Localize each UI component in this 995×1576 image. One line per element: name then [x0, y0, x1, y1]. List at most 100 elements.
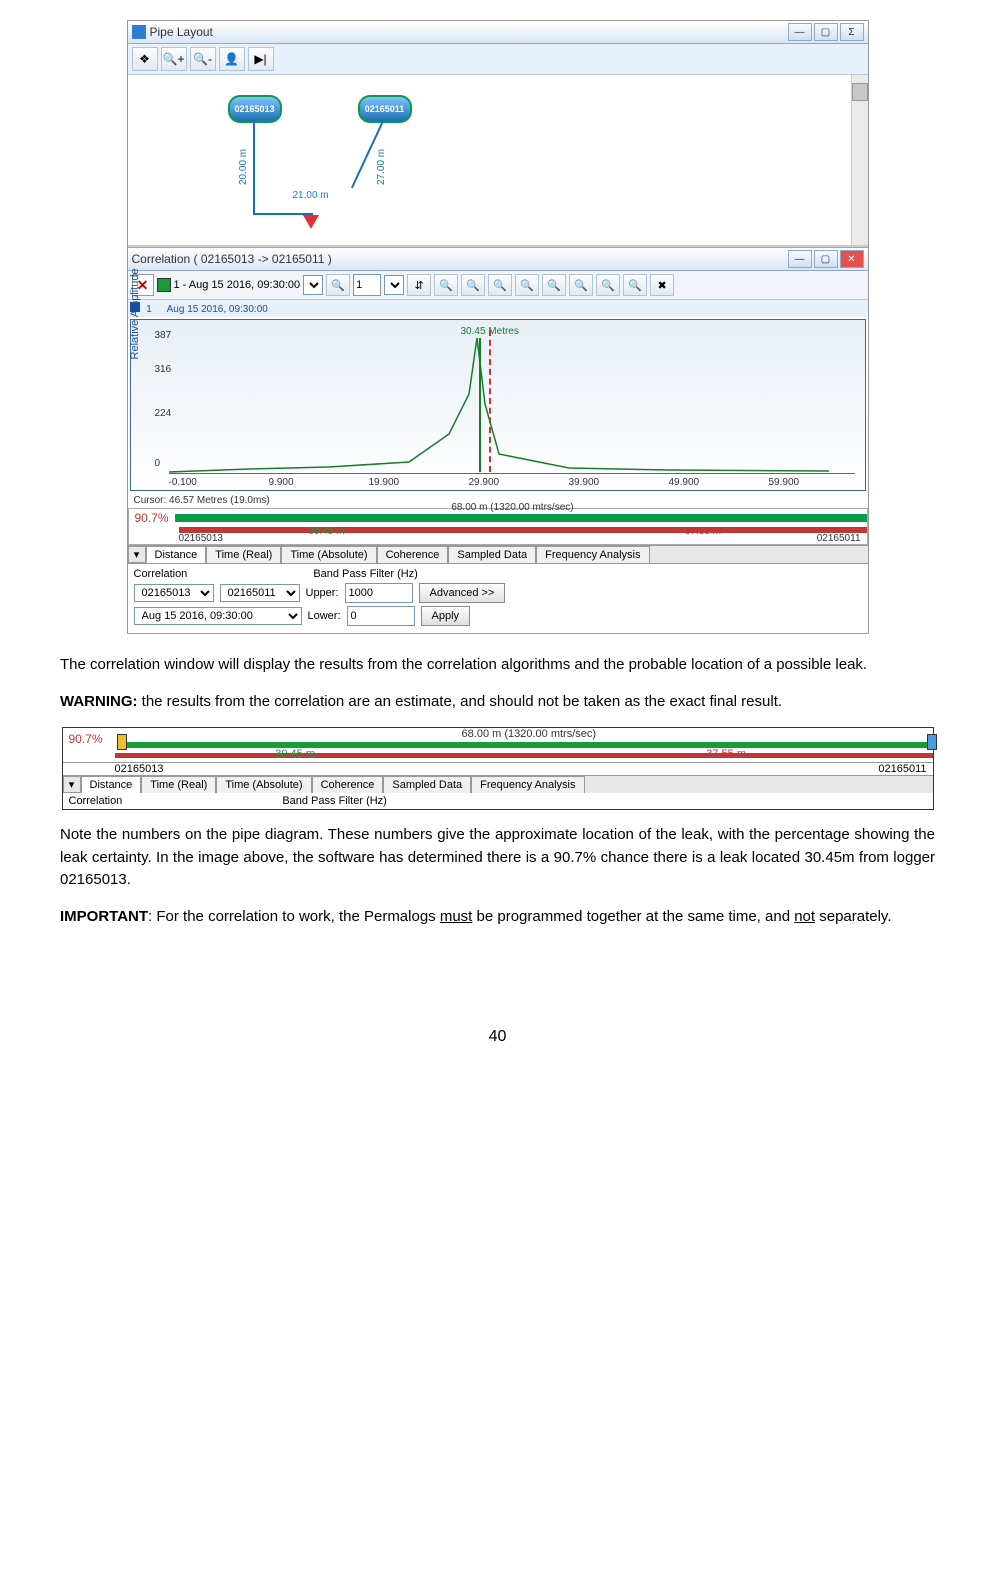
view-tabs: ▾ Distance Time (Real) Time (Absolute) C… [128, 545, 868, 563]
lower-input[interactable] [347, 606, 415, 626]
filter-panel: Correlation Band Pass Filter (Hz) 021650… [128, 563, 868, 633]
pipe-diagram: 90.7% 68.00 m (1320.00 mtrs/sec) 30.45 m… [128, 508, 868, 545]
chart-series-num: 1 [146, 304, 152, 315]
fig2-correlation-label: Correlation [69, 795, 123, 807]
to-logger-select[interactable]: 02165011 [220, 584, 300, 602]
fig2-tab-time-real[interactable]: Time (Real) [141, 776, 216, 793]
fig2-tab-time-abs[interactable]: Time (Absolute) [216, 776, 311, 793]
date-select[interactable]: Aug 15 2016, 09:30:00 [134, 607, 302, 625]
count-dropdown[interactable] [384, 275, 404, 295]
tab-coherence[interactable]: Coherence [377, 546, 449, 563]
magnify-icon[interactable]: 🔍 [326, 274, 350, 296]
id-a: 02165013 [179, 533, 224, 544]
fig2-tab-distance[interactable]: Distance [81, 776, 142, 793]
corr-min-button[interactable]: — [788, 250, 812, 268]
node-a[interactable]: 02165013 [228, 95, 282, 123]
id-b: 02165011 [817, 533, 861, 544]
titlebar-pipe: Pipe Layout — ▢ Σ [128, 21, 868, 44]
fig2-tab-freq[interactable]: Frequency Analysis [471, 776, 584, 793]
fig2-id-a: 02165013 [115, 763, 254, 775]
correlation-toolbar: ✕ 1 - Aug 15 2016, 09:30:00 🔍 ⇵ 🔍 🔍 🔍 🔍 … [128, 271, 868, 300]
leak-percent: 90.7% [129, 509, 175, 527]
tool-ico-a[interactable]: ⇵ [407, 274, 431, 296]
tool-icon-1[interactable]: ❖ [132, 47, 158, 71]
tool-icon-5[interactable]: ▶| [248, 47, 274, 71]
mid-label: 21.00 m [293, 190, 329, 201]
fig2-bpf-label: Band Pass Filter (Hz) [282, 795, 387, 807]
correlation-title: Correlation ( 02165013 -> 02165011 ) [132, 252, 332, 266]
tool-ico-d[interactable]: 🔍 [488, 274, 512, 296]
tab-sampled[interactable]: Sampled Data [448, 546, 536, 563]
fig2-seg-a: 30.45 m [275, 748, 315, 760]
tool-ico-i[interactable]: 🔍 [623, 274, 647, 296]
series-count-input[interactable] [353, 274, 381, 296]
len-b-label: 27.00 m [376, 149, 387, 185]
fig2-length: 68.00 m (1320.00 mtrs/sec) [462, 728, 597, 740]
ytick: 0 [155, 458, 161, 469]
chart-caption: Aug 15 2016, 09:30:00 [167, 304, 268, 315]
series-dropdown[interactable] [303, 275, 323, 295]
titlebar-correlation: Correlation ( 02165013 -> 02165011 ) — ▢… [128, 247, 868, 271]
tool-ico-c[interactable]: 🔍 [461, 274, 485, 296]
fig2-tab-dropdown-icon[interactable]: ▾ [63, 776, 81, 793]
fig2-percent: 90.7% [63, 730, 121, 748]
xtick: 39.900 [569, 477, 600, 488]
xtick: 59.900 [769, 477, 800, 488]
corr-close-button[interactable]: ✕ [840, 250, 864, 268]
xtick: -0.100 [169, 477, 197, 488]
close-button[interactable]: Σ [840, 23, 864, 41]
tab-dropdown-icon[interactable]: ▾ [128, 546, 146, 563]
bandpass-title: Band Pass Filter (Hz) [313, 568, 418, 580]
y-axis-label: Relative Amplitude [129, 268, 141, 359]
important-paragraph: IMPORTANT: For the correlation to work, … [60, 906, 935, 929]
tool-ico-j[interactable]: ✖ [650, 274, 674, 296]
vertical-scrollbar[interactable] [851, 75, 868, 245]
len-a-label: 20.00 m [238, 149, 249, 185]
fig2-id-b: 02165011 [878, 763, 932, 775]
warning-paragraph: WARNING: the results from the correlatio… [60, 691, 935, 714]
corr-max-button[interactable]: ▢ [814, 250, 838, 268]
fig2-seg-b: 37.55 m [706, 748, 746, 760]
advanced-button[interactable]: Advanced >> [419, 583, 506, 603]
tool-icon-2[interactable]: 🔍+ [161, 47, 187, 71]
pipe-diagram-figure: 90.7% 68.00 m (1320.00 mtrs/sec) 30.45 m… [62, 727, 934, 810]
fig2-tab-coherence[interactable]: Coherence [312, 776, 384, 793]
maximize-button[interactable]: ▢ [814, 23, 838, 41]
tool-ico-f[interactable]: 🔍 [542, 274, 566, 296]
tool-ico-e[interactable]: 🔍 [515, 274, 539, 296]
fig2-tabs: ▾ Distance Time (Real) Time (Absolute) C… [63, 775, 933, 793]
tab-freq[interactable]: Frequency Analysis [536, 546, 649, 563]
from-logger-select[interactable]: 02165013 [134, 584, 214, 602]
tab-distance[interactable]: Distance [146, 546, 207, 563]
lower-label: Lower: [308, 610, 341, 622]
waveform [169, 334, 829, 474]
minimize-button[interactable]: — [788, 23, 812, 41]
seg-b: 37.55 m [685, 526, 721, 537]
xtick: 9.900 [269, 477, 294, 488]
tool-ico-b[interactable]: 🔍 [434, 274, 458, 296]
warning-text: the results from the correlation are an … [138, 693, 783, 710]
paragraph-1: The correlation window will display the … [60, 654, 935, 677]
xtick: 19.900 [369, 477, 400, 488]
series-label: 1 - Aug 15 2016, 09:30:00 [174, 279, 301, 291]
tool-icon-4[interactable]: 👤 [219, 47, 245, 71]
pipe-length-label: 68.00 m (1320.00 mtrs/sec) [451, 502, 573, 513]
tool-icon-3[interactable]: 🔍- [190, 47, 216, 71]
series-color-swatch [157, 278, 171, 292]
upper-input[interactable] [345, 583, 413, 603]
tool-ico-g[interactable]: 🔍 [569, 274, 593, 296]
app-icon [132, 25, 146, 39]
seg-a: 30.45 m [308, 526, 344, 537]
correlation-chart: Relative Amplitude 387 316 224 0 -0.100 … [130, 319, 866, 491]
tool-ico-h[interactable]: 🔍 [596, 274, 620, 296]
apply-button[interactable]: Apply [421, 606, 471, 626]
leak-marker-icon [303, 215, 319, 229]
correlation-group-label: Correlation [134, 568, 188, 580]
fig2-tab-sampled[interactable]: Sampled Data [383, 776, 471, 793]
tab-time-real[interactable]: Time (Real) [206, 546, 281, 563]
tab-time-abs[interactable]: Time (Absolute) [281, 546, 376, 563]
xtick: 29.900 [469, 477, 500, 488]
window-title: Pipe Layout [150, 25, 213, 39]
pipe-layout-window: Pipe Layout — ▢ Σ ❖ 🔍+ 🔍- 👤 ▶| 02165013 … [127, 20, 869, 634]
warning-label: WARNING: [60, 693, 138, 710]
